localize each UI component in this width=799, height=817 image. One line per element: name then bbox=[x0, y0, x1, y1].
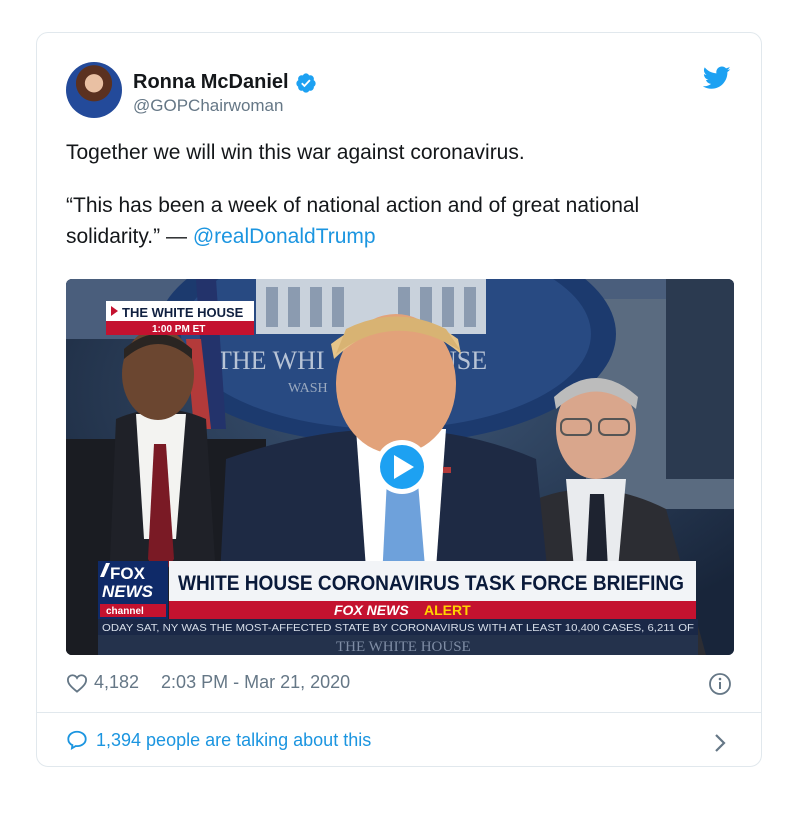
headline: WHITE HOUSE CORONAVIRUS TASK FORCE BRIEF… bbox=[178, 572, 684, 595]
comment-bubble-icon bbox=[67, 730, 87, 751]
chevron-right-icon[interactable] bbox=[713, 732, 727, 754]
tweet-timestamp[interactable]: 2:03 PM - Mar 21, 2020 bbox=[161, 672, 350, 693]
tweet-text-line: Together we will win this war against co… bbox=[66, 141, 525, 164]
bug-title: THE WHITE HOUSE bbox=[122, 305, 244, 320]
conversation-link[interactable]: 1,394 people are talking about this bbox=[66, 729, 371, 751]
conversation-text[interactable]: 1,394 people are talking about this bbox=[96, 730, 371, 751]
author-name[interactable]: Ronna McDaniel bbox=[133, 71, 289, 94]
alert-fox: FOX NEWS bbox=[334, 602, 409, 618]
tweet-card: Ronna McDaniel @GOPChairwoman Together w… bbox=[36, 32, 762, 767]
play-icon[interactable] bbox=[375, 440, 429, 494]
like-count[interactable]: 4,182 bbox=[94, 672, 139, 693]
location-bug: THE WHITE HOUSE 1:00 PM ET bbox=[106, 301, 254, 335]
tweet-stats: 4,182 2:03 PM - Mar 21, 2020 bbox=[66, 672, 350, 693]
verified-badge-icon bbox=[295, 72, 316, 93]
author-name-row[interactable]: Ronna McDaniel bbox=[133, 71, 317, 94]
heart-icon[interactable] bbox=[66, 673, 88, 693]
video-media[interactable]: THE WHI USE WASH THE WHITE HOUSE 1:00 PM… bbox=[66, 279, 734, 655]
tweet-text: Together we will win this war against co… bbox=[66, 137, 726, 274]
mention-link[interactable]: @realDonaldTrump bbox=[193, 225, 376, 248]
seal-text-left: THE WHI bbox=[216, 346, 325, 375]
author-handle[interactable]: @GOPChairwoman bbox=[133, 96, 283, 116]
video-frame[interactable]: THE WHI USE WASH THE WHITE HOUSE 1:00 PM… bbox=[66, 279, 734, 655]
logo-channel: channel bbox=[106, 606, 144, 617]
logo-news: NEWS bbox=[102, 582, 154, 601]
tweet-quote: “This has been a week of national action… bbox=[66, 190, 726, 252]
avatar[interactable] bbox=[66, 62, 122, 118]
bug-time: 1:00 PM ET bbox=[152, 324, 205, 335]
divider bbox=[37, 712, 761, 713]
alert-word: ALERT bbox=[424, 602, 471, 618]
lower-third: WHITE HOUSE CORONAVIRUS TASK FORCE BRIEF… bbox=[98, 561, 698, 655]
fox-news-logo: FOX NEWS channel bbox=[98, 561, 168, 619]
seal-subtext: WASH bbox=[288, 381, 328, 396]
podium-text: THE WHITE HOUSE bbox=[336, 639, 471, 655]
info-icon[interactable] bbox=[708, 672, 732, 696]
twitter-bird-icon[interactable] bbox=[703, 66, 731, 90]
logo-fox: FOX bbox=[110, 564, 146, 583]
ticker: ODAY SAT, NY WAS THE MOST-AFFECTED STATE… bbox=[102, 623, 694, 634]
